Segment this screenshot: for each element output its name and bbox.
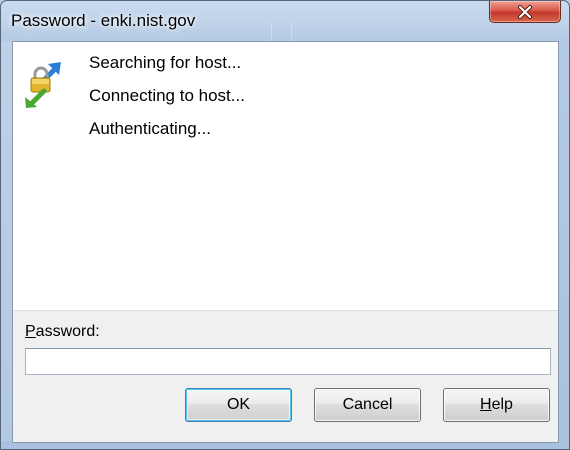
title-bar[interactable]: Password - enki.nist.gov — [1, 1, 569, 41]
password-label-accesskey: P — [25, 323, 36, 340]
cancel-button[interactable]: Cancel — [314, 388, 421, 422]
lock-arrows-icon — [25, 62, 61, 108]
help-button-rest: elp — [491, 396, 513, 413]
password-label-rest: assword: — [35, 323, 100, 340]
ok-button[interactable]: OK — [185, 388, 292, 422]
password-label: Password: — [25, 323, 100, 341]
close-button[interactable] — [489, 1, 561, 23]
status-connecting: Connecting to host... — [89, 86, 245, 105]
status-authenticating: Authenticating... — [89, 119, 211, 138]
close-icon — [518, 4, 532, 19]
status-panel: Searching for host... Connecting to host… — [13, 42, 558, 311]
password-dialog: Password - enki.nist.gov Searching for h… — [0, 0, 570, 450]
status-searching: Searching for host... — [89, 53, 242, 72]
window-title: Password - enki.nist.gov — [11, 11, 196, 30]
status-list: Searching for host... Connecting to host… — [89, 52, 245, 151]
help-button[interactable]: Help — [443, 388, 550, 422]
password-input[interactable] — [25, 348, 551, 375]
help-button-accesskey: H — [480, 396, 492, 413]
dialog-content: Searching for host... Connecting to host… — [12, 41, 559, 443]
